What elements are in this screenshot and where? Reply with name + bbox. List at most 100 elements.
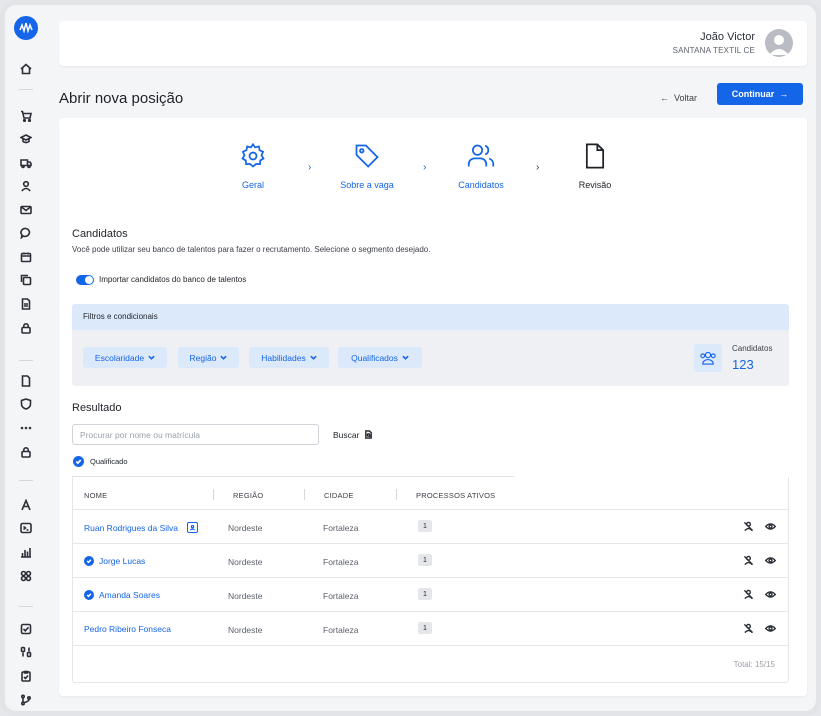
col-divider (304, 489, 305, 500)
page-title: Abrir nova posição (59, 90, 184, 107)
sidebar (5, 5, 47, 711)
font-icon[interactable] (19, 498, 33, 512)
qualified-check-icon (84, 556, 94, 566)
candidate-name-text: Jorge Lucas (99, 556, 146, 566)
candidate-name[interactable]: Ruan Rodrigues da Silva (84, 522, 199, 533)
eye-icon[interactable] (764, 588, 776, 600)
candidate-name-text: Ruan Rodrigues da Silva (84, 522, 179, 533)
search-button[interactable]: Buscar (333, 424, 373, 445)
table-row[interactable]: Jorge Lucas Nordeste Fortaleza 1 (73, 543, 788, 577)
filter-qualified[interactable]: Qualificados (338, 347, 422, 368)
cell-city: Fortaleza (323, 523, 359, 533)
main-card: Geral › Sobre a vaga › Candidatos › Revi… (59, 118, 807, 696)
avatar[interactable] (765, 29, 793, 57)
arrow-right-icon: → (779, 89, 789, 99)
terminal-icon[interactable] (19, 521, 33, 535)
filter-region[interactable]: Região (178, 347, 239, 368)
filter-skills[interactable]: Habilidades (249, 347, 329, 368)
more-icon[interactable] (19, 421, 33, 435)
lock-icon[interactable] (19, 445, 33, 459)
chat-icon[interactable] (19, 226, 33, 240)
chevron-down-icon (220, 355, 228, 360)
qualified-checkbox[interactable] (73, 456, 84, 467)
active-count-badge: 1 (418, 554, 432, 566)
qualified-check-icon (84, 590, 94, 600)
git-branch-icon[interactable] (19, 693, 33, 707)
col-header-name[interactable]: NOME (84, 491, 107, 500)
step-candidates[interactable]: Candidatos (436, 142, 526, 190)
results-title: Resultado (72, 402, 122, 414)
mail-icon[interactable] (19, 203, 33, 217)
candidate-name[interactable]: Pedro Ribeiro Fonseca (84, 624, 171, 634)
home-icon[interactable] (19, 62, 33, 76)
search-label: Buscar (333, 429, 360, 440)
back-label: Voltar (674, 93, 698, 103)
results-table: NOME REGIÃO CIDADE PROCESSOS ATIVOS Ruan… (72, 477, 789, 683)
integrations-icon[interactable] (19, 569, 33, 583)
file-text-icon[interactable] (19, 297, 33, 311)
eye-icon[interactable] (764, 622, 776, 634)
col-divider (213, 489, 214, 500)
brand-logo[interactable] (14, 16, 38, 40)
step-label: Sobre a vaga (340, 180, 394, 190)
user-name: João Victor (700, 31, 755, 43)
col-header-region[interactable]: REGIÃO (233, 491, 263, 500)
table-row[interactable]: Pedro Ribeiro Fonseca Nordeste Fortaleza… (73, 611, 788, 645)
tag-icon (355, 144, 379, 168)
check-square-icon[interactable] (19, 622, 33, 636)
eye-icon[interactable] (764, 554, 776, 566)
user-icon[interactable] (19, 179, 33, 193)
search-input[interactable] (72, 424, 319, 445)
file-icon[interactable] (19, 374, 33, 388)
step-about-job[interactable]: Sobre a vaga (322, 142, 412, 190)
truck-icon[interactable] (19, 156, 33, 170)
remove-user-icon[interactable] (742, 622, 754, 634)
step-review[interactable]: Revisão (550, 142, 640, 190)
chevron-right-icon: › (536, 162, 540, 173)
continue-button[interactable]: Continuar → (717, 83, 803, 105)
active-count-badge: 1 (418, 588, 432, 600)
remove-user-icon[interactable] (742, 588, 754, 600)
filter-education[interactable]: Escolaridade (83, 347, 167, 368)
cell-region: Nordeste (228, 523, 263, 533)
section-description: Você pode utilizar seu banco de talentos… (72, 245, 431, 254)
chip-label: Escolaridade (94, 352, 145, 363)
sidebar-divider (19, 89, 33, 90)
shield-icon[interactable] (19, 397, 33, 411)
toggle-label: Importar candidatos do banco de talentos (99, 275, 247, 284)
chevron-down-icon (148, 355, 155, 360)
col-header-active[interactable]: PROCESSOS ATIVOS (416, 491, 495, 500)
cell-region: Nordeste (228, 557, 263, 567)
col-header-city[interactable]: CIDADE (324, 491, 354, 500)
cart-icon[interactable] (19, 109, 33, 123)
copy-icon[interactable] (19, 273, 33, 287)
clipboard-icon[interactable] (19, 669, 33, 683)
candidate-name[interactable]: Amanda Soares (84, 590, 160, 600)
table-row[interactable]: Amanda Soares Nordeste Fortaleza 1 (73, 577, 788, 611)
bar-chart-icon[interactable] (19, 545, 33, 559)
table-row[interactable]: Ruan Rodrigues da Silva Nordeste Fortale… (73, 509, 788, 543)
arrow-left-icon: ← (660, 93, 669, 103)
profile-card-icon[interactable] (187, 522, 199, 533)
step-general[interactable]: Geral (208, 142, 298, 190)
candidates-count-icon (694, 344, 722, 372)
check-icon (75, 459, 82, 465)
users-icon (467, 144, 495, 167)
eye-icon[interactable] (764, 520, 776, 532)
active-count-badge: 1 (418, 622, 432, 634)
remove-user-icon[interactable] (742, 520, 754, 532)
back-button[interactable]: ← Voltar (660, 88, 697, 108)
candidates-count-label: Candidatos (732, 344, 773, 353)
chip-label: Região (189, 352, 217, 363)
remove-user-icon[interactable] (742, 554, 754, 566)
cell-city: Fortaleza (323, 625, 359, 635)
graduation-cap-icon[interactable] (19, 132, 33, 146)
gear-icon (241, 142, 265, 168)
lock-icon[interactable] (19, 321, 33, 335)
app-frame: João Victor SANTANA TEXTIL CE Abrir nova… (0, 0, 821, 716)
calendar-icon[interactable] (19, 250, 33, 264)
import-talent-toggle[interactable] (76, 275, 94, 285)
binary-icon[interactable] (19, 645, 33, 659)
candidate-name[interactable]: Jorge Lucas (84, 556, 145, 566)
search-file-icon (365, 430, 373, 439)
